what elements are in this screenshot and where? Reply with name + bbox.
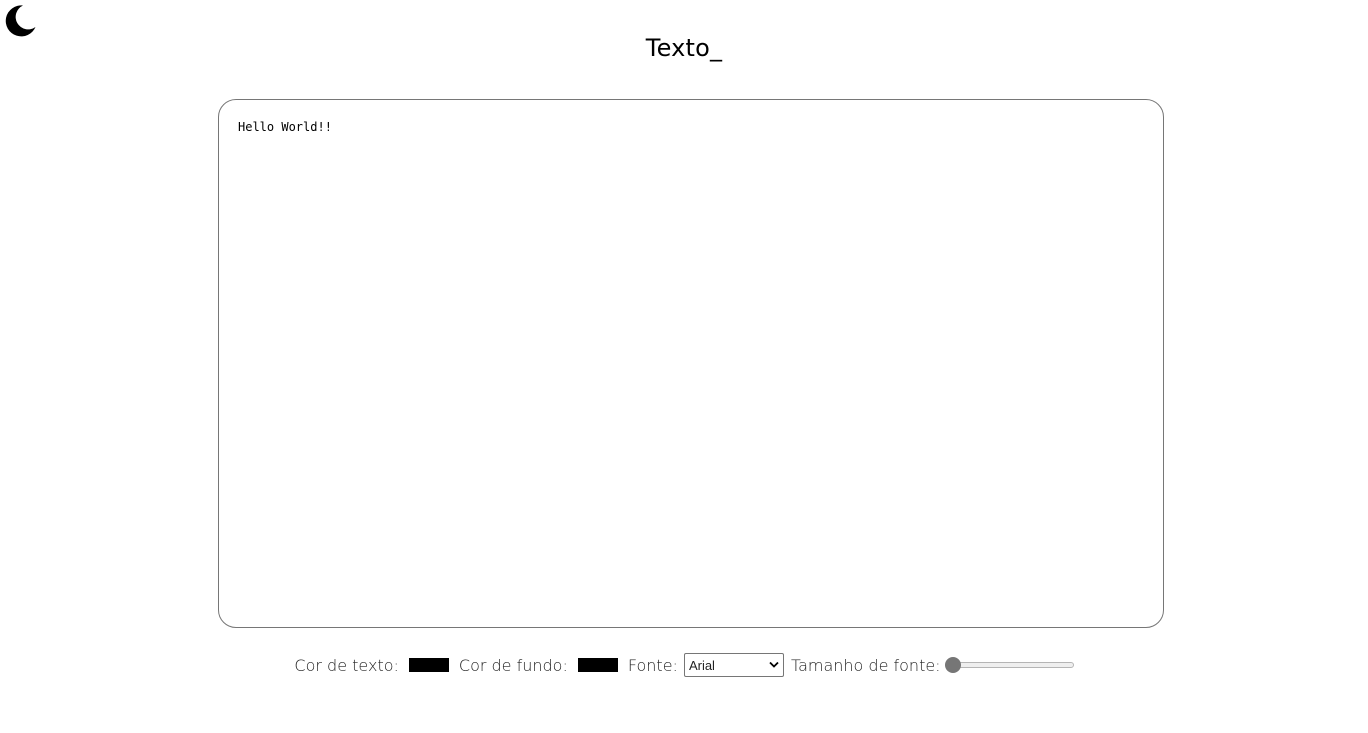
theme-toggle-button[interactable] xyxy=(3,4,37,38)
text-editor[interactable]: Hello World!! xyxy=(218,99,1164,628)
controls-bar: Cor de texto: Cor de fundo: Fonte: Arial… xyxy=(0,651,1368,679)
font-size-slider[interactable] xyxy=(944,657,1074,673)
font-size-label: Tamanho de fonte: xyxy=(790,655,941,675)
text-color-picker[interactable] xyxy=(408,658,449,672)
page-title: Texto_ xyxy=(645,34,723,62)
font-select[interactable]: Arial xyxy=(683,653,784,677)
bg-color-label: Cor de fundo: xyxy=(458,655,568,675)
text-color-label: Cor de texto: xyxy=(294,655,399,675)
slider-thumb[interactable] xyxy=(944,657,961,673)
bg-color-picker[interactable] xyxy=(577,658,618,672)
slider-track xyxy=(944,662,1074,668)
moon-icon xyxy=(5,5,36,37)
font-label: Fonte: xyxy=(627,655,678,675)
chevron-down-icon xyxy=(769,661,779,669)
font-select-value: Arial xyxy=(688,657,715,673)
